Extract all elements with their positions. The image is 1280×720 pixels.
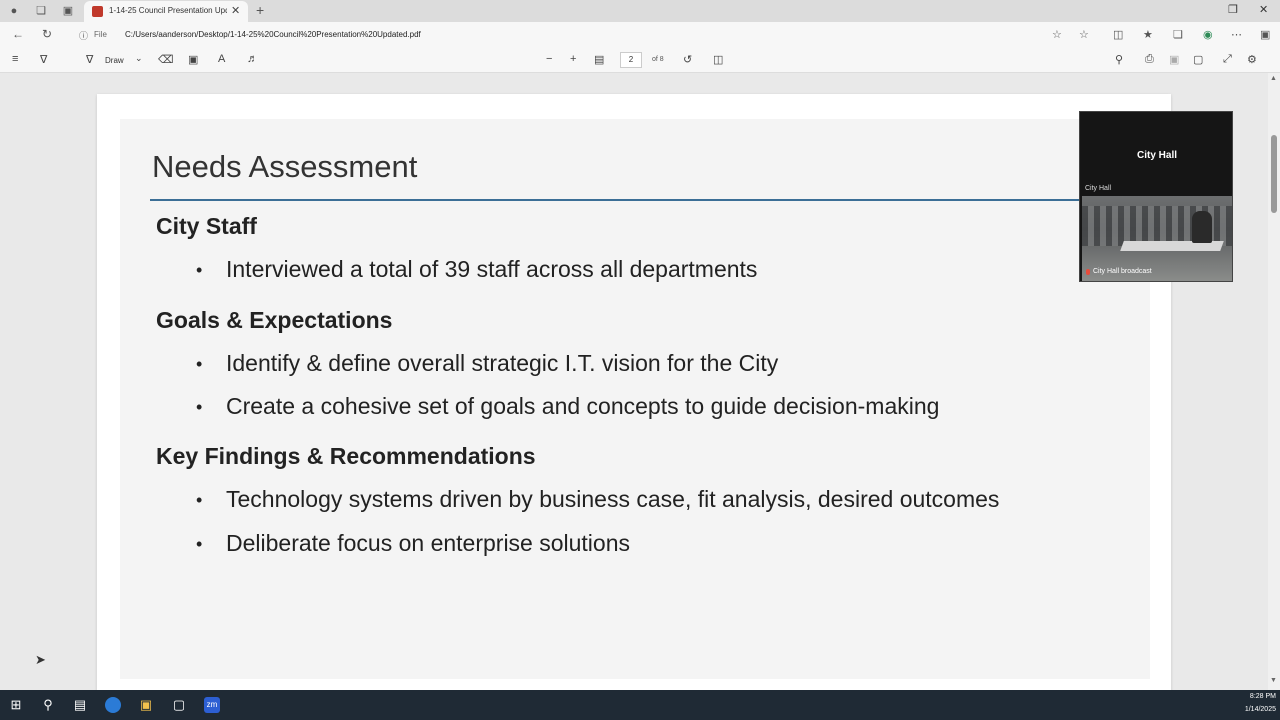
zoom-app-icon[interactable]: zm xyxy=(204,697,220,713)
slide-title: Needs Assessment xyxy=(152,149,418,184)
taskbar: ⊞ ⚲ ▤ ▣ ▢ zm 8:28 PM 1/14/2025 xyxy=(0,690,1280,720)
profile-icon[interactable]: ● xyxy=(7,4,21,18)
restore-icon[interactable]: ❐ xyxy=(1228,3,1238,16)
draw-button[interactable]: Draw xyxy=(105,56,124,65)
search-icon[interactable]: ⚲ xyxy=(40,697,56,713)
browser-tab-strip: ● ❏ ▣ 1-14-25 Council Presentation Upda … xyxy=(0,0,1280,22)
vertical-scrollbar[interactable]: ▲ ▼ xyxy=(1268,73,1280,690)
workspaces-icon[interactable]: ❏ xyxy=(34,4,48,18)
fit-page-icon[interactable]: ▤ xyxy=(594,53,604,66)
title-underline xyxy=(150,199,1150,201)
bullet-item: • Interviewed a total of 39 staff across … xyxy=(196,256,758,282)
section-heading: Goals & Expectations xyxy=(156,307,393,333)
back-icon[interactable]: ← xyxy=(12,27,24,41)
address-bar: ← ↻ ⓘ File C:/Users/aanderson/Desktop/1-… xyxy=(0,22,1280,47)
bullet-item: • Deliberate focus on enterprise solution… xyxy=(196,530,631,556)
collections-icon[interactable]: ❏ xyxy=(1173,28,1183,41)
zoom-in-icon[interactable]: + xyxy=(570,53,576,65)
close-icon[interactable]: ✕ xyxy=(231,4,240,17)
bullet-item: • Create a cohesive set of goals and conc… xyxy=(196,393,940,419)
contents-icon[interactable]: ≡ xyxy=(12,53,18,65)
edge-icon[interactable] xyxy=(105,697,121,713)
new-tab-icon[interactable]: + xyxy=(256,2,264,18)
rotate-icon[interactable]: ↺ xyxy=(683,53,692,66)
pdf-page: Needs Assessment City Staff • Interviewed… xyxy=(97,94,1171,690)
favorite-icon[interactable]: ☆ xyxy=(1079,28,1089,41)
draw-icon[interactable]: ∇ xyxy=(86,53,93,66)
text-size-icon[interactable]: A xyxy=(218,53,225,65)
section-heading: City Staff xyxy=(156,213,257,239)
bullet-item: • Identify & define overall strategic I.T… xyxy=(196,350,779,376)
sidebar-icon[interactable]: ▣ xyxy=(1260,28,1270,41)
highlight-icon[interactable]: ∇ xyxy=(40,53,47,66)
split-screen-icon[interactable]: ◫ xyxy=(1113,28,1123,41)
mic-muted-icon xyxy=(1086,269,1090,275)
page-number-input[interactable]: 2 xyxy=(620,52,642,68)
scroll-up-icon[interactable]: ▲ xyxy=(1270,75,1277,82)
pdf-viewport[interactable]: Needs Assessment City Staff • Interviewed… xyxy=(0,73,1268,690)
start-icon[interactable]: ⊞ xyxy=(8,697,24,713)
bullet-item: • Technology systems driven by business c… xyxy=(196,486,1000,512)
url-field[interactable]: C:/Users/aanderson/Desktop/1-14-25%20Cou… xyxy=(125,30,421,39)
zoom-out-icon[interactable]: − xyxy=(546,53,552,65)
fullscreen-icon[interactable]: ⤢ xyxy=(1223,53,1232,66)
clock-date[interactable]: 1/14/2025 xyxy=(1232,706,1276,713)
more-icon[interactable]: ⋯ xyxy=(1231,28,1242,41)
pdf-toolbar: ≡ ∇ ∇ Draw ⌄ ⌫ ▣ A ♬ − + ▤ 2 of 8 ↺ ◫ ⚲ … xyxy=(0,47,1280,73)
video-caption: City Hall broadcast xyxy=(1086,268,1152,275)
read-aloud-icon[interactable]: ☆ xyxy=(1052,28,1062,41)
save-as-icon[interactable]: ▢ xyxy=(1193,53,1203,66)
participant-label: City Hall xyxy=(1085,185,1112,192)
store-icon[interactable]: ▢ xyxy=(171,697,187,713)
mouse-cursor-icon: ➤ xyxy=(35,652,46,667)
chevron-down-icon[interactable]: ⌄ xyxy=(135,53,143,64)
save-disabled-icon: ▣ xyxy=(1169,54,1180,66)
video-person xyxy=(1192,211,1212,243)
window-close-icon[interactable]: ✕ xyxy=(1259,3,1268,16)
scroll-thumb[interactable] xyxy=(1271,135,1277,213)
add-text-icon[interactable]: ▣ xyxy=(188,53,198,66)
scroll-down-icon[interactable]: ▼ xyxy=(1270,677,1277,684)
settings-icon[interactable]: ⚙ xyxy=(1247,53,1257,66)
video-call-overlay[interactable]: City Hall City Hall City Hall broadcast xyxy=(1079,111,1233,282)
erase-icon[interactable]: ⌫ xyxy=(158,53,174,66)
task-view-icon[interactable]: ▤ xyxy=(72,697,88,713)
participant-name: City Hall xyxy=(1136,150,1177,161)
tab-title: 1-14-25 Council Presentation Upda xyxy=(109,6,227,15)
pdf-icon xyxy=(92,6,103,17)
section-heading: Key Findings & Recommendations xyxy=(156,443,536,469)
refresh-icon[interactable]: ↻ xyxy=(42,27,52,41)
print-icon[interactable]: ⎙ xyxy=(1145,53,1154,66)
read-aloud-icon[interactable]: ♬ xyxy=(247,53,258,65)
favorites-icon[interactable]: ★ xyxy=(1143,28,1153,41)
info-icon[interactable]: ⓘ xyxy=(79,29,88,42)
page-count: of 8 xyxy=(652,56,664,63)
search-icon[interactable]: ⚲ xyxy=(1115,53,1123,66)
tab-pdf-presentation[interactable]: 1-14-25 Council Presentation Upda ✕ xyxy=(84,1,248,22)
page-view-icon[interactable]: ◫ xyxy=(713,53,723,66)
file-scheme-label: File xyxy=(94,30,107,39)
clock-time[interactable]: 8:28 PM xyxy=(1238,693,1276,700)
tab-actions-icon[interactable]: ▣ xyxy=(61,4,75,18)
file-explorer-icon[interactable]: ▣ xyxy=(138,697,154,713)
extension-icon[interactable]: ◉ xyxy=(1203,28,1213,41)
slide: Needs Assessment City Staff • Interviewed… xyxy=(120,119,1150,679)
